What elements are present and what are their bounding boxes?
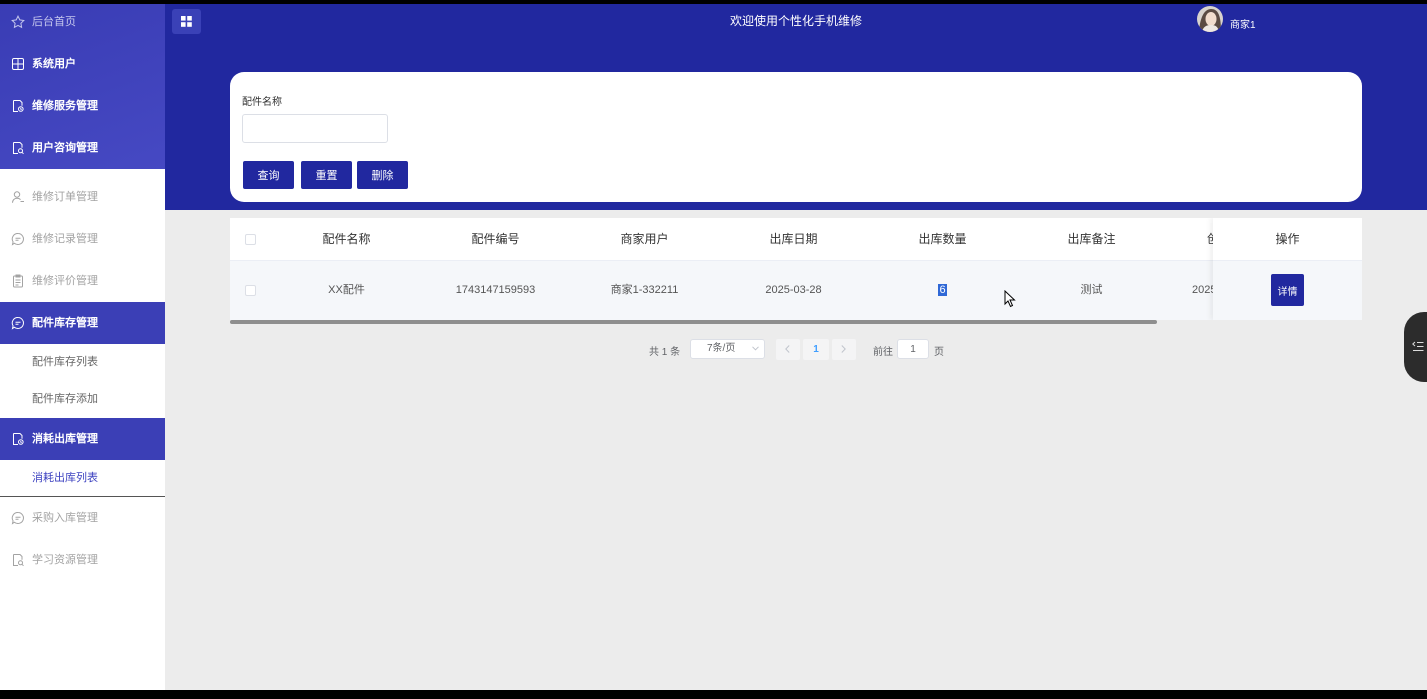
sidebar: 后台首页 系统用户 维修服务管理 用户咨询管理 维修订单管理 维修记录管理 维修… [0, 0, 165, 690]
selected-text: 6 [938, 284, 947, 296]
sidebar-item-label: 配件库存管理 [32, 317, 98, 329]
sidebar-item-repair-reviews[interactable]: 维修评价管理 [0, 260, 165, 302]
chevron-left-icon [785, 345, 790, 353]
row-checkbox[interactable] [245, 285, 256, 296]
sidebar-item-home[interactable]: 后台首页 [0, 1, 165, 43]
document-icon [11, 553, 25, 567]
select-all-checkbox[interactable] [245, 234, 256, 245]
sidebar-item-label: 系统用户 [32, 58, 76, 70]
sidebar-item-repair-service[interactable]: 维修服务管理 [0, 85, 165, 127]
part-name-label: 配件名称 [242, 97, 282, 108]
window-bottom-edge [0, 690, 1427, 699]
horizontal-scrollbar[interactable] [230, 320, 1157, 324]
document-icon [11, 432, 25, 446]
clipboard-icon [11, 274, 25, 288]
star-icon [11, 15, 25, 29]
sidebar-item-purchase-inbound[interactable]: 采购入库管理 [0, 497, 165, 539]
table-cell: 商家1-332211 [610, 284, 679, 296]
sidebar-subitem-consumption-outbound-list[interactable]: 消耗出库列表 [0, 460, 165, 497]
avatar[interactable] [1197, 6, 1223, 32]
column-header: 操作 [1213, 218, 1362, 261]
table-cell: 2025-03-28 [765, 284, 822, 296]
next-page-button[interactable] [832, 339, 856, 360]
page-suffix: 页 [934, 347, 944, 358]
side-drawer-tab[interactable] [1404, 312, 1427, 382]
outbound-table: 配件名称 配件编号 商家用户 出库日期 出库数量 出库备注 创 XX配件 174… [230, 218, 1362, 320]
reset-button[interactable]: 重置 [301, 161, 352, 189]
sidebar-item-label: 维修服务管理 [32, 100, 98, 112]
sidebar-item-label: 采购入库管理 [32, 512, 98, 524]
sidebar-item-learning-resources[interactable]: 学习资源管理 [0, 539, 165, 581]
column-header[interactable]: 出库数量 [868, 218, 1017, 261]
part-name-input[interactable] [242, 114, 388, 143]
sidebar-item-repair-records[interactable]: 维修记录管理 [0, 218, 165, 260]
chat-icon [11, 232, 25, 246]
sidebar-item-label: 消耗出库管理 [32, 433, 98, 445]
table-cell: 测试 [1080, 284, 1103, 296]
window-top-edge [0, 0, 1427, 4]
sidebar-item-consumption-outbound[interactable]: 消耗出库管理 [0, 418, 165, 460]
collapse-menu-icon [1412, 341, 1424, 351]
prev-page-button[interactable] [776, 339, 800, 360]
detail-button[interactable]: 详情 [1271, 274, 1304, 306]
delete-button[interactable]: 删除 [357, 161, 408, 189]
page-number-current[interactable]: 1 [803, 339, 829, 360]
username[interactable]: 商家1 [1230, 16, 1256, 31]
sidebar-subitem-parts-inventory-list[interactable]: 配件库存列表 [0, 344, 165, 381]
chevron-right-icon [841, 345, 846, 353]
page-size-value: 7条/页 [707, 343, 736, 354]
sidebar-item-system-users[interactable]: 系统用户 [0, 43, 165, 85]
sidebar-subitem-label: 消耗出库列表 [32, 472, 98, 484]
column-header[interactable]: 出库备注 [1017, 218, 1166, 261]
column-header[interactable]: 配件名称 [272, 218, 421, 261]
sidebar-item-label: 后台首页 [32, 16, 76, 28]
table-cell: 1743147159593 [455, 284, 536, 296]
page-size-select[interactable]: 7条/页 [690, 339, 765, 359]
sidebar-item-repair-orders[interactable]: 维修订单管理 [0, 176, 165, 218]
column-header[interactable]: 商家用户 [570, 218, 719, 261]
sidebar-subitem-label: 配件库存添加 [32, 393, 98, 405]
sidebar-item-label: 学习资源管理 [32, 554, 98, 566]
sidebar-item-label: 维修订单管理 [32, 191, 98, 203]
action-cell: 详情 [1213, 261, 1362, 320]
document-icon [11, 99, 25, 113]
chat-icon [11, 511, 25, 525]
total-count: 共 1 条 [649, 347, 681, 358]
chat-icon [11, 316, 25, 330]
sidebar-item-label: 维修记录管理 [32, 233, 98, 245]
table-header: 配件名称 配件编号 商家用户 出库日期 出库数量 出库备注 创 [230, 218, 1362, 261]
goto-page-input[interactable] [897, 339, 929, 359]
action-column: 操作 详情 [1213, 218, 1362, 320]
sidebar-subitem-label: 配件库存列表 [32, 356, 98, 368]
sidebar-item-label: 用户咨询管理 [32, 142, 98, 154]
table-cell: 6 [868, 261, 1017, 320]
column-header[interactable]: 配件编号 [421, 218, 570, 261]
search-panel: 配件名称 查询 重置 删除 [230, 72, 1362, 202]
sidebar-item-label: 维修评价管理 [32, 275, 98, 287]
chevron-down-icon [752, 346, 759, 351]
grid-icon [11, 57, 25, 71]
table-cell: XX配件 [328, 284, 365, 296]
user-icon [11, 190, 25, 204]
sidebar-subitem-parts-inventory-add[interactable]: 配件库存添加 [0, 381, 165, 418]
query-button[interactable]: 查询 [243, 161, 294, 189]
sidebar-item-parts-inventory[interactable]: 配件库存管理 [0, 302, 165, 344]
document-icon [11, 141, 25, 155]
table-row[interactable]: XX配件 1743147159593 商家1-332211 2025-03-28… [230, 261, 1362, 320]
column-header[interactable]: 出库日期 [719, 218, 868, 261]
goto-label: 前往 [873, 347, 893, 358]
sidebar-item-user-consult[interactable]: 用户咨询管理 [0, 127, 165, 169]
